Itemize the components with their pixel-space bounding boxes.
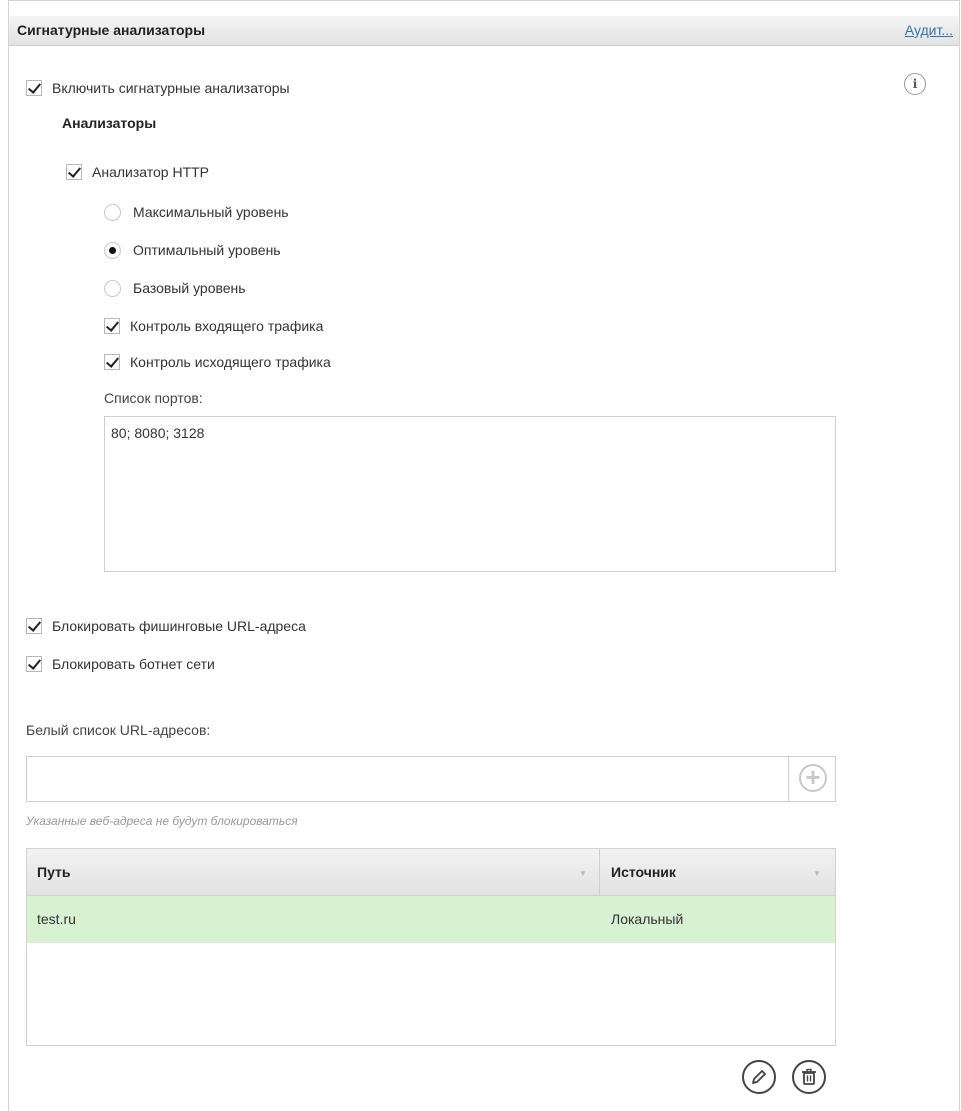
http-analyzer-label: Анализатор HTTP — [92, 164, 210, 180]
level-label: Оптимальный уровень — [133, 242, 281, 258]
whitelist-url-input[interactable] — [26, 756, 788, 802]
radio-max-level[interactable] — [104, 203, 121, 221]
block-phishing-label: Блокировать фишинговые URL-адреса — [52, 618, 306, 634]
ports-textarea[interactable]: 80; 8080; 3128 — [104, 416, 836, 572]
whitelist-hint: Указанные веб-адреса не будут блокироват… — [26, 814, 298, 828]
audit-link[interactable]: Аудит... — [905, 22, 953, 38]
enable-signature-label: Включить сигнатурные анализаторы — [52, 80, 290, 96]
table-row[interactable]: test.ru Локальный — [27, 896, 835, 943]
ports-label: Список портов: — [104, 390, 203, 406]
block-botnet-label: Блокировать ботнет сети — [52, 656, 215, 672]
level-radio-optimal[interactable]: Оптимальный уровень — [104, 238, 281, 262]
http-analyzer-checkbox[interactable] — [66, 164, 82, 180]
block-phishing-row[interactable]: Блокировать фишинговые URL-адреса — [26, 614, 306, 638]
whitelist-table: Путь ▼ Источник ▼ test.ru Локальный — [26, 848, 836, 1046]
enable-signature-checkbox[interactable] — [26, 80, 42, 96]
outgoing-traffic-checkbox[interactable] — [104, 354, 120, 370]
incoming-traffic-checkbox[interactable] — [104, 318, 120, 334]
analyzers-heading: Анализаторы — [62, 115, 157, 131]
block-botnet-checkbox[interactable] — [26, 656, 42, 672]
http-analyzer-row[interactable]: Анализатор HTTP — [66, 160, 209, 184]
column-header-path[interactable]: Путь — [37, 849, 70, 895]
section-header: Сигнатурные анализаторы Аудит... — [9, 16, 959, 46]
column-header-source[interactable]: Источник — [611, 849, 676, 895]
block-phishing-checkbox[interactable] — [26, 618, 42, 634]
radio-basic-level[interactable] — [104, 279, 121, 297]
level-label: Максимальный уровень — [133, 204, 289, 220]
info-icon[interactable]: i — [904, 73, 926, 95]
plus-circle-icon[interactable]: + — [799, 764, 827, 792]
incoming-traffic-row[interactable]: Контроль входящего трафика — [104, 314, 323, 338]
block-botnet-row[interactable]: Блокировать ботнет сети — [26, 652, 215, 676]
outgoing-traffic-label: Контроль исходящего трафика — [130, 354, 331, 370]
radio-optimal-level[interactable] — [104, 241, 121, 259]
cell-source: Локальный — [611, 911, 684, 927]
add-url-button-wrap: + — [788, 756, 836, 802]
sort-arrow-icon[interactable]: ▼ — [579, 869, 587, 878]
level-radio-max[interactable]: Максимальный уровень — [104, 200, 289, 224]
incoming-traffic-label: Контроль входящего трафика — [130, 318, 324, 334]
sort-arrow-icon[interactable]: ▼ — [813, 869, 821, 878]
level-label: Базовый уровень — [133, 280, 246, 296]
level-radio-basic[interactable]: Базовый уровень — [104, 276, 246, 300]
delete-button[interactable] — [792, 1060, 826, 1094]
section-title: Сигнатурные анализаторы — [17, 22, 206, 38]
pencil-icon — [752, 1070, 766, 1084]
table-header: Путь ▼ Источник ▼ — [27, 849, 835, 896]
enable-signature-row[interactable]: Включить сигнатурные анализаторы — [26, 76, 290, 100]
trash-icon — [802, 1068, 816, 1085]
edit-button[interactable] — [742, 1060, 776, 1094]
whitelist-label: Белый список URL-адресов: — [26, 722, 211, 738]
outgoing-traffic-row[interactable]: Контроль исходящего трафика — [104, 350, 331, 374]
column-divider — [599, 849, 600, 895]
cell-path: test.ru — [37, 911, 76, 927]
